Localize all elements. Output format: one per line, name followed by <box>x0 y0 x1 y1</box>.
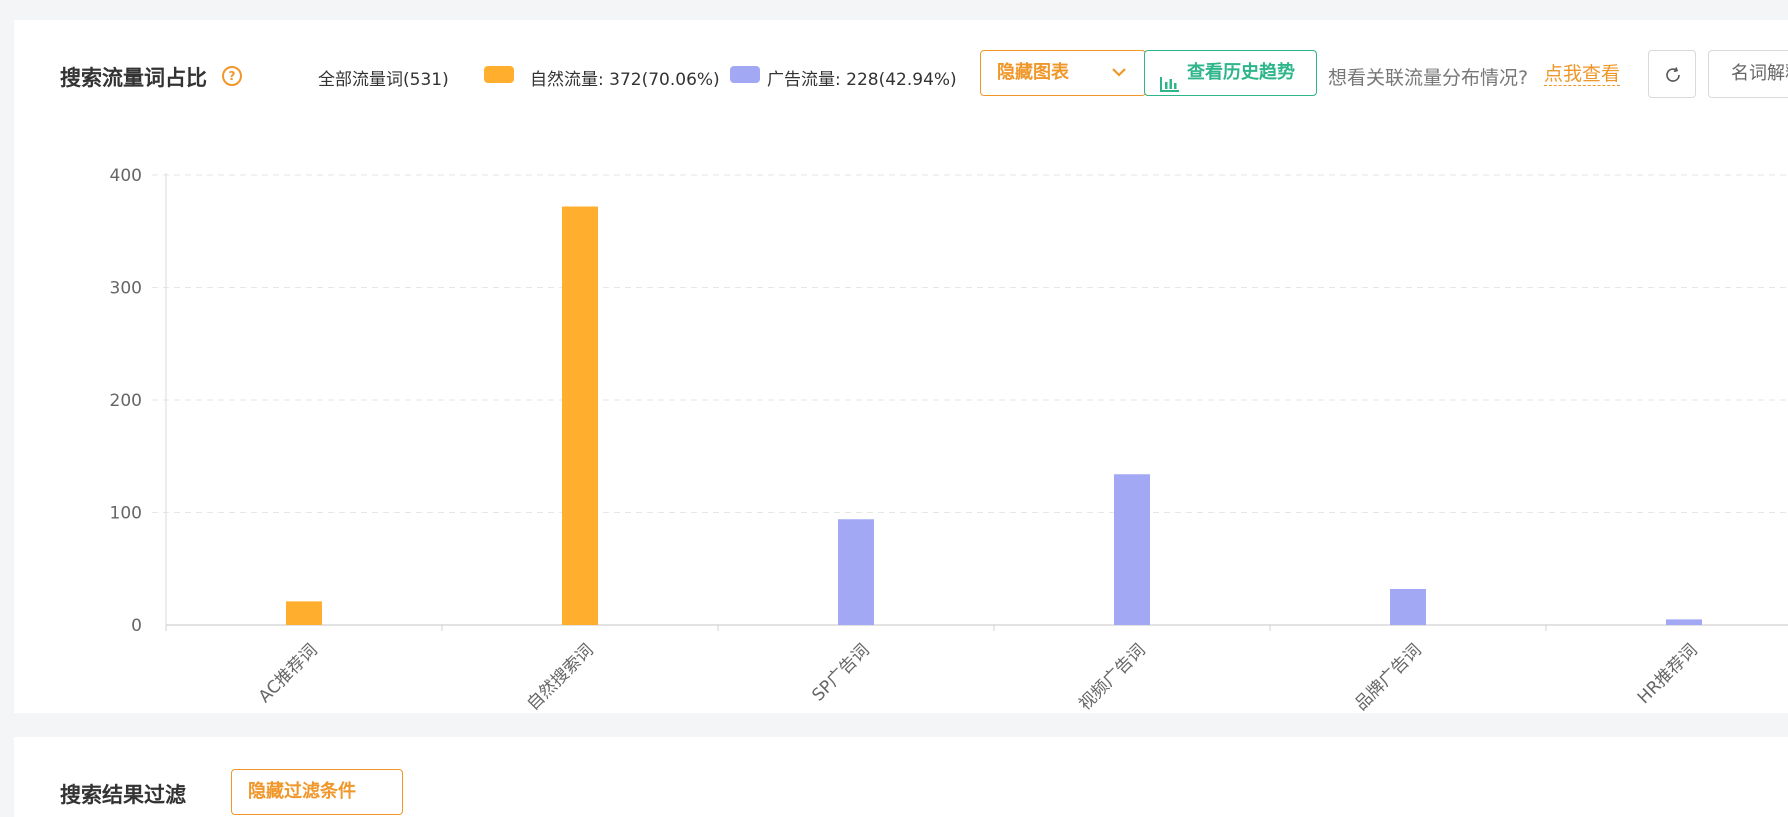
bar-ad <box>838 519 874 625</box>
x-category-label: 视频广告词 <box>1075 640 1149 713</box>
y-tick-label: 300 <box>110 279 142 299</box>
y-tick-label: 0 <box>131 616 142 636</box>
y-tick-label: 100 <box>110 504 142 524</box>
traffic-chart-card: 搜索流量词占比 ? 全部流量词(531) 自然流量: 372(70.06%) 广… <box>14 20 1788 713</box>
bar-ad <box>1390 589 1426 625</box>
x-category-label: 自然搜索词 <box>523 640 597 713</box>
x-category-label: SP广告词 <box>808 640 873 705</box>
x-category-label: AC推荐词 <box>255 640 322 707</box>
x-category-label: 品牌广告词 <box>1351 640 1425 713</box>
y-tick-label: 200 <box>110 391 142 411</box>
search-filter-card: 搜索结果过滤 隐藏过滤条件 <box>14 737 1788 817</box>
bar-chart: 0 100 200 300 400 AC推荐词 自然搜索词 SP广告词 视频广告词 品牌广告词 HR… <box>110 166 1788 713</box>
hide-filter-button[interactable]: 隐藏过滤条件 <box>231 769 403 815</box>
filter-section-title: 搜索结果过滤 <box>60 783 186 807</box>
bar-natural <box>562 206 598 625</box>
x-category-label: HR推荐词 <box>1634 640 1702 708</box>
bar-ad <box>1114 474 1150 625</box>
bar-ad <box>1666 619 1702 625</box>
bar-natural <box>286 601 322 625</box>
y-tick-label: 400 <box>110 166 142 186</box>
